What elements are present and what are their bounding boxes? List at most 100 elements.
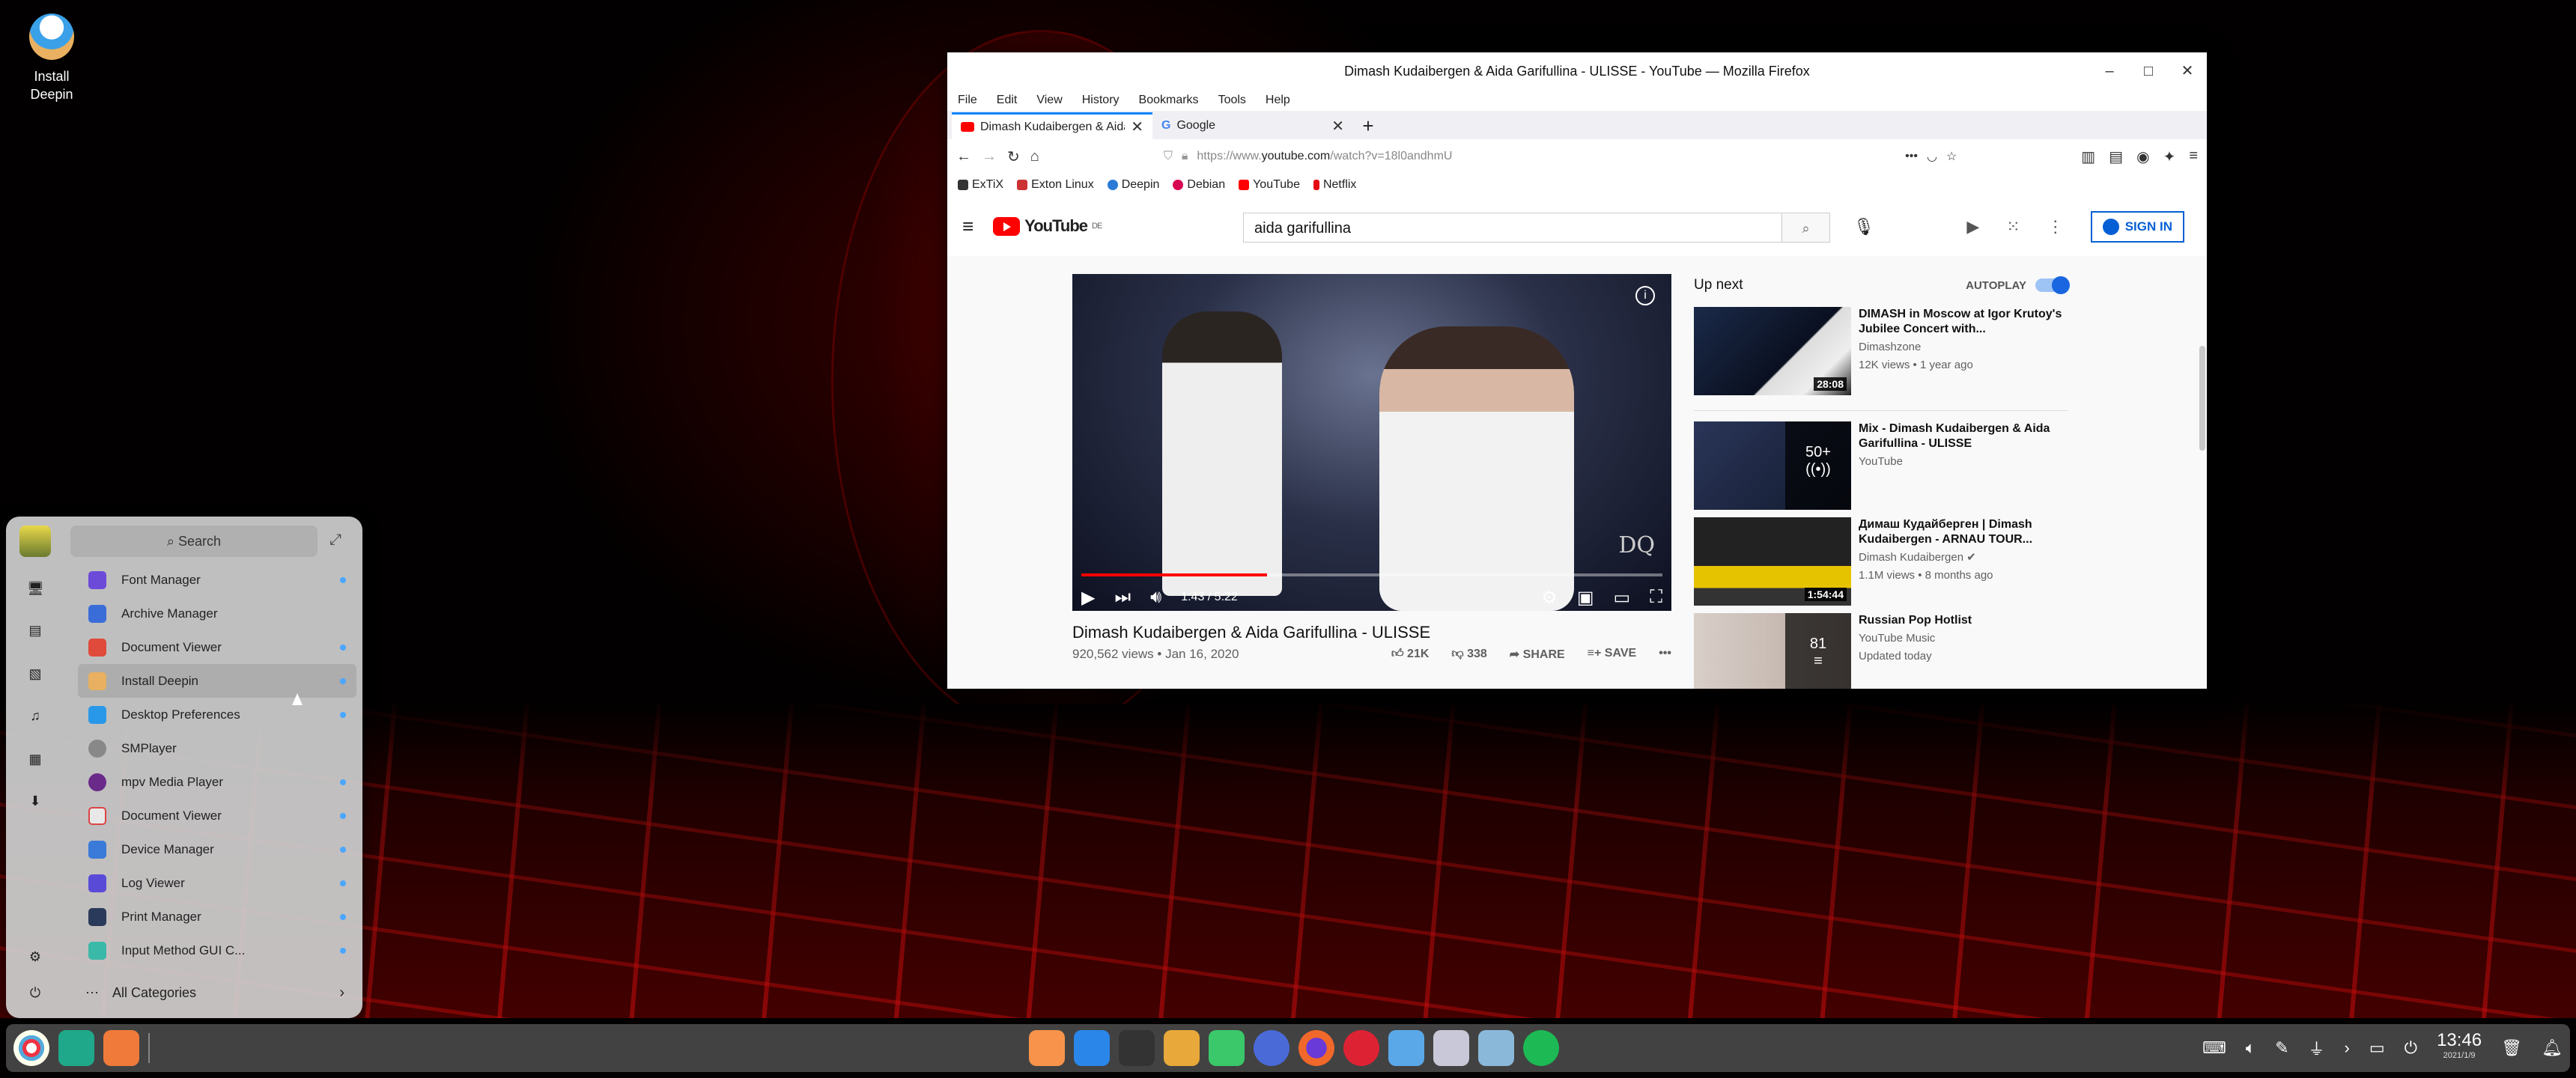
app-grid-icon[interactable] (103, 1030, 139, 1066)
notification-bell-icon[interactable]: 🔔︎ (2542, 1038, 2563, 1058)
bookmark-extix[interactable]: ExTiX (958, 178, 1003, 192)
new-tab-icon[interactable]: + (1353, 112, 1383, 139)
video-thumbnail[interactable]: 50+ ((•)) (1694, 421, 1851, 510)
no-entry-icon[interactable] (1343, 1030, 1379, 1066)
menu-history[interactable]: History (1082, 94, 1120, 107)
settings-icon[interactable]: ⚙ (27, 949, 43, 966)
extension-icon[interactable]: ✦ (2163, 147, 2176, 166)
play-icon[interactable]: ▶ (1081, 587, 1095, 609)
settings-gear-icon[interactable]: ⚙ (1541, 587, 1558, 609)
maximize-icon[interactable]: □ (2129, 52, 2168, 90)
pen-tray-icon[interactable]: ✎ (2275, 1038, 2288, 1058)
video-player[interactable]: i DQ ▶ ⏭ 🔊︎ 1:43 / 5:22 ⚙ ▣ ▭ ⛶ (1072, 274, 1671, 611)
multitasking-icon[interactable] (58, 1030, 94, 1066)
miniplayer-icon[interactable]: ▣ (1577, 587, 1594, 609)
menu-file[interactable]: File (958, 94, 977, 107)
guide-menu-icon[interactable]: ≡ (962, 215, 973, 238)
up-next-item[interactable]: 81 ≡ Russian Pop Hotlist YouTube Music Upda… (1694, 613, 2068, 689)
tab-close-icon[interactable]: ✕ (1331, 117, 1344, 135)
folder-icon[interactable] (1388, 1030, 1424, 1066)
up-next-item[interactable]: 1:54:44 Димаш Кудайберген | Dimash Kudai… (1694, 517, 2068, 606)
keyboard-tray-icon[interactable]: ⌨ (2202, 1038, 2226, 1058)
pictures-icon[interactable]: ▧ (27, 666, 43, 683)
app-item-mpv-media-player[interactable]: mpv Media Player (78, 765, 356, 799)
lock-icon[interactable]: 🔒︎ (1182, 150, 1188, 163)
video-thumbnail[interactable]: 1:54:44 (1694, 517, 1851, 606)
menu-tools[interactable]: Tools (1218, 94, 1246, 107)
next-icon[interactable]: ⏭ (1114, 587, 1131, 608)
volume-icon[interactable]: 🔊︎ (1150, 587, 1161, 608)
trash-icon[interactable]: 🗑︎ (2501, 1038, 2522, 1058)
app-item-archive-manager[interactable]: Archive Manager (78, 597, 356, 630)
page-scrollbar[interactable] (2199, 346, 2205, 451)
clock[interactable]: 13:46 2021/1/9 (2437, 1032, 2482, 1063)
autoplay-toggle[interactable] (2035, 276, 2070, 294)
expand-fullscreen-icon[interactable]: ⤢ (329, 532, 341, 549)
info-icon[interactable]: i (1635, 286, 1655, 305)
shield-icon[interactable]: ⛉ (1164, 150, 1173, 163)
video-thumbnail[interactable]: 28:08 (1694, 307, 1851, 395)
launcher-icon[interactable] (13, 1030, 49, 1066)
microphone-icon[interactable]: 🎙︎ (1853, 217, 1874, 237)
more-icon[interactable]: ••• (1659, 647, 1671, 662)
app-item-log-viewer[interactable]: Log Viewer (78, 866, 356, 900)
app-item-document-viewer-2[interactable]: Document Viewer (78, 799, 356, 832)
screen-tray-icon[interactable]: ▭ (2369, 1038, 2385, 1058)
settings-tools-icon[interactable] (1478, 1030, 1514, 1066)
music-player-icon[interactable] (1209, 1030, 1245, 1066)
firefox-icon[interactable] (1298, 1030, 1334, 1066)
downloads-icon[interactable]: ⬇ (27, 794, 43, 810)
power-tray-icon[interactable]: ⏻ (2405, 1038, 2417, 1058)
downloader-icon[interactable] (1164, 1030, 1200, 1066)
bookmark-netflix[interactable]: Netflix (1313, 178, 1356, 192)
up-next-item[interactable]: 28:08 DIMASH in Moscow at Igor Krutoy's … (1694, 307, 2068, 395)
bookmark-exton-linux[interactable]: Exton Linux (1017, 178, 1094, 192)
sidebar-icon[interactable]: ▤ (2109, 147, 2123, 166)
url-bar[interactable]: ⛉ 🔒︎ https://www.youtube.com/watch?v=18l… (1155, 144, 1966, 168)
file-manager-icon[interactable] (1029, 1030, 1065, 1066)
app-item-desktop-preferences[interactable]: Desktop Preferences (78, 698, 356, 731)
close-icon[interactable]: ✕ (2168, 52, 2207, 90)
spotify-icon[interactable] (1523, 1030, 1559, 1066)
forward-icon[interactable]: → (982, 148, 997, 165)
bookmark-debian[interactable]: Debian (1173, 178, 1225, 192)
desktop-icon-install-deepin[interactable]: Install Deepin (21, 13, 82, 103)
fullscreen-icon[interactable]: ⛶ (1650, 587, 1662, 608)
app-item-print-manager[interactable]: Print Manager (78, 900, 356, 934)
launcher-search-input[interactable]: ⌕ Search (70, 526, 318, 557)
bookmark-star-icon[interactable]: ☆ (1946, 149, 1957, 164)
video-thumbnail[interactable]: 81 ≡ (1694, 613, 1851, 689)
window-titlebar[interactable]: Dimash Kudaibergen & Aida Garifullina - … (947, 52, 2207, 90)
videos-icon[interactable]: ▦ (27, 752, 43, 768)
search-icon[interactable]: ⌕ (1782, 213, 1830, 243)
music-icon[interactable]: ♫ (27, 708, 43, 725)
youtube-logo[interactable]: YouTube DE (993, 216, 1102, 236)
app-item-smplayer[interactable]: SMPlayer (78, 731, 356, 765)
home-icon[interactable]: ⌂ (1030, 148, 1039, 165)
terminal-icon[interactable] (1119, 1030, 1155, 1066)
documents-icon[interactable]: ▤ (27, 623, 43, 639)
app-item-install-deepin[interactable]: Install Deepin (78, 664, 356, 698)
youtube-search-input[interactable]: aida garifullina (1243, 213, 1782, 243)
app-item-font-manager[interactable]: Font Manager (78, 563, 356, 597)
up-next-item[interactable]: 50+ ((•)) Mix - Dimash Kudaibergen & Aida… (1694, 421, 2068, 510)
menu-help[interactable]: Help (1266, 94, 1290, 107)
settings-dots-icon[interactable]: ⋮ (2047, 217, 2064, 237)
usb-tray-icon[interactable]: ⏚ (2309, 1036, 2325, 1060)
apps-grid-icon[interactable]: ⁙ (2006, 217, 2020, 237)
channel-watermark[interactable]: DQ (1618, 532, 1655, 558)
save-button[interactable]: ≡+ SAVE (1588, 647, 1637, 662)
app-item-document-viewer[interactable]: Document Viewer (78, 630, 356, 664)
sign-in-button[interactable]: SIGN IN (2090, 211, 2184, 243)
all-categories-button[interactable]: ⋯ All Categories › (78, 976, 356, 1009)
tab-youtube[interactable]: Dimash Kudaibergen & Aida ✕ (952, 112, 1152, 139)
dislike-button[interactable]: 👎︎ 338 (1451, 647, 1486, 662)
bookmark-youtube[interactable]: YouTube (1239, 178, 1300, 192)
create-video-icon[interactable]: ▶︎ (1966, 217, 1979, 237)
expand-tray-icon[interactable]: › (2345, 1038, 2350, 1058)
minimize-icon[interactable]: – (2090, 52, 2129, 90)
share-button[interactable]: ➦ SHARE (1510, 647, 1565, 662)
more-actions-icon[interactable]: ••• (1905, 150, 1918, 163)
power-icon[interactable]: ⏻ (27, 985, 43, 1002)
bookmark-deepin[interactable]: Deepin (1107, 178, 1159, 192)
